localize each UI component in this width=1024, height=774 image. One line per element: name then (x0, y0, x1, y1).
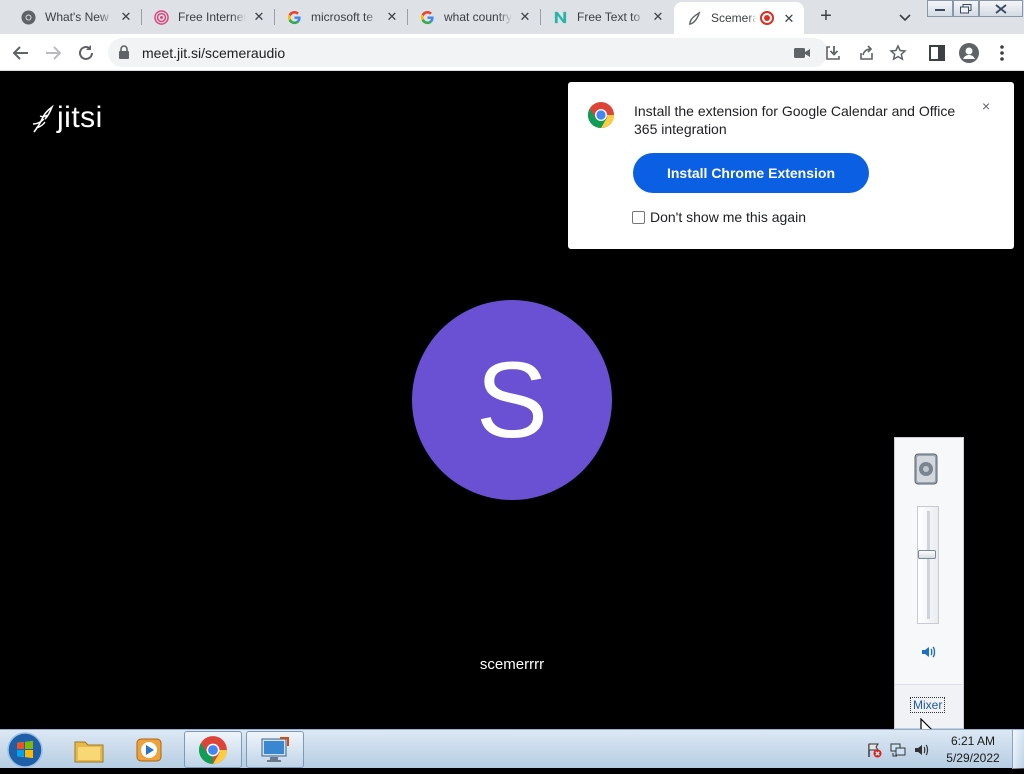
show-desktop-button[interactable] (1012, 730, 1024, 769)
tab-search-icon[interactable] (896, 8, 914, 26)
jitsi-logo[interactable]: jitsi (31, 101, 103, 135)
browser-toolbar: meet.jit.si/scemeraudio (0, 34, 1024, 71)
chrome-icon (199, 735, 227, 764)
close-tab-icon[interactable]: ✕ (252, 10, 266, 24)
new-tab-button[interactable]: + (815, 6, 837, 28)
mixer-link[interactable]: Mixer (910, 697, 946, 713)
url-text: meet.jit.si/scemeraudio (142, 45, 286, 61)
close-tab-icon[interactable]: ✕ (518, 10, 532, 24)
system-clock[interactable]: 6:21 AM 5/29/2022 (938, 733, 1008, 767)
tab-scemera[interactable]: Scemera ✕ (674, 2, 804, 34)
tab-title: Free Text to (577, 10, 641, 24)
tab-strip: What's New ✕ Free Internet ✕ microsoft t… (0, 0, 1024, 34)
folder-icon (74, 741, 104, 762)
close-tab-icon[interactable]: ✕ (782, 12, 796, 26)
speaker-mute-icon[interactable] (920, 643, 938, 661)
install-app-icon[interactable] (822, 42, 844, 64)
tab-whats-new[interactable]: What's New ✕ (8, 0, 142, 34)
tab-title: What's New (45, 10, 109, 24)
taskbar-media-player[interactable] (120, 731, 178, 768)
dont-show-again-label: Don't show me this again (650, 209, 806, 225)
target-icon (153, 9, 169, 25)
jitsi-logo-text: jitsi (57, 101, 103, 134)
jitsi-icon (686, 10, 702, 26)
tab-title: what country (444, 10, 512, 24)
avatar-initial: S (475, 339, 549, 460)
restore-button[interactable] (953, 0, 979, 17)
volume-flyout: Mixer (894, 437, 964, 729)
profile-avatar-icon[interactable] (958, 42, 980, 64)
close-tab-icon[interactable]: ✕ (119, 10, 133, 24)
clock-time: 6:21 AM (950, 734, 996, 748)
minimize-button[interactable] (927, 0, 953, 17)
participant-avatar: S (412, 300, 612, 500)
back-icon[interactable] (10, 42, 32, 64)
jitsi-logo-icon (32, 104, 54, 133)
google-icon (286, 9, 302, 25)
tab-microsoft-te[interactable]: microsoft te ✕ (274, 0, 408, 34)
taskbar-explorer[interactable] (60, 731, 118, 768)
meeting-page: jitsi Install the extension for Google C… (0, 71, 1024, 729)
google-icon (419, 9, 435, 25)
chrome-logo-icon (587, 101, 615, 129)
tab-free-internet[interactable]: Free Internet ✕ (141, 0, 275, 34)
close-tab-icon[interactable]: ✕ (385, 10, 399, 24)
extension-message: Install the extension for Google Calenda… (634, 103, 956, 137)
close-window-button[interactable] (979, 0, 1023, 17)
volume-slider[interactable] (917, 506, 939, 624)
tab-title: microsoft te (311, 10, 374, 24)
remote-desktop-icon (261, 736, 289, 762)
n-logo-icon (552, 9, 568, 25)
close-tab-icon[interactable]: ✕ (651, 10, 665, 24)
action-center-icon[interactable] (866, 742, 882, 758)
recording-icon (760, 11, 774, 25)
lock-icon[interactable] (118, 45, 132, 59)
clock-date: 5/29/2022 (946, 751, 1000, 765)
reload-icon[interactable] (75, 42, 97, 64)
start-button[interactable] (6, 731, 44, 769)
participant-display-name: scemerrrr (479, 656, 545, 673)
window-controls (927, 0, 1023, 18)
tab-title: Scemera (711, 11, 757, 25)
address-bar[interactable]: meet.jit.si/scemeraudio (108, 38, 828, 67)
taskbar-chrome[interactable] (184, 731, 242, 768)
tab-title: Free Internet (178, 10, 246, 24)
forward-icon[interactable] (42, 42, 64, 64)
menu-dots-icon[interactable] (991, 42, 1013, 64)
dont-show-again-option[interactable]: Don't show me this again (632, 209, 806, 225)
tab-what-country[interactable]: what country ✕ (407, 0, 541, 34)
slider-groove (927, 511, 930, 619)
chrome-icon (20, 9, 36, 25)
speakers-device-icon[interactable] (912, 452, 942, 486)
tab-free-text-to[interactable]: Free Text to ✕ (540, 0, 673, 34)
install-extension-button[interactable]: Install Chrome Extension (633, 153, 869, 193)
taskbar-remote-desktop[interactable] (246, 731, 304, 768)
media-player-icon (136, 738, 162, 761)
volume-tray-icon[interactable] (914, 742, 930, 758)
share-icon[interactable] (855, 42, 877, 64)
extension-install-popup: Install the extension for Google Calenda… (568, 82, 1014, 249)
side-panel-icon[interactable] (926, 42, 948, 64)
volume-slider-thumb[interactable] (918, 550, 936, 559)
camera-icon[interactable] (791, 42, 813, 64)
popup-close-button[interactable]: × (982, 98, 990, 114)
network-icon[interactable] (890, 742, 906, 758)
bookmark-star-icon[interactable] (887, 42, 909, 64)
dont-show-again-checkbox[interactable] (632, 210, 645, 224)
windows-taskbar: 6:21 AM 5/29/2022 (0, 729, 1024, 769)
